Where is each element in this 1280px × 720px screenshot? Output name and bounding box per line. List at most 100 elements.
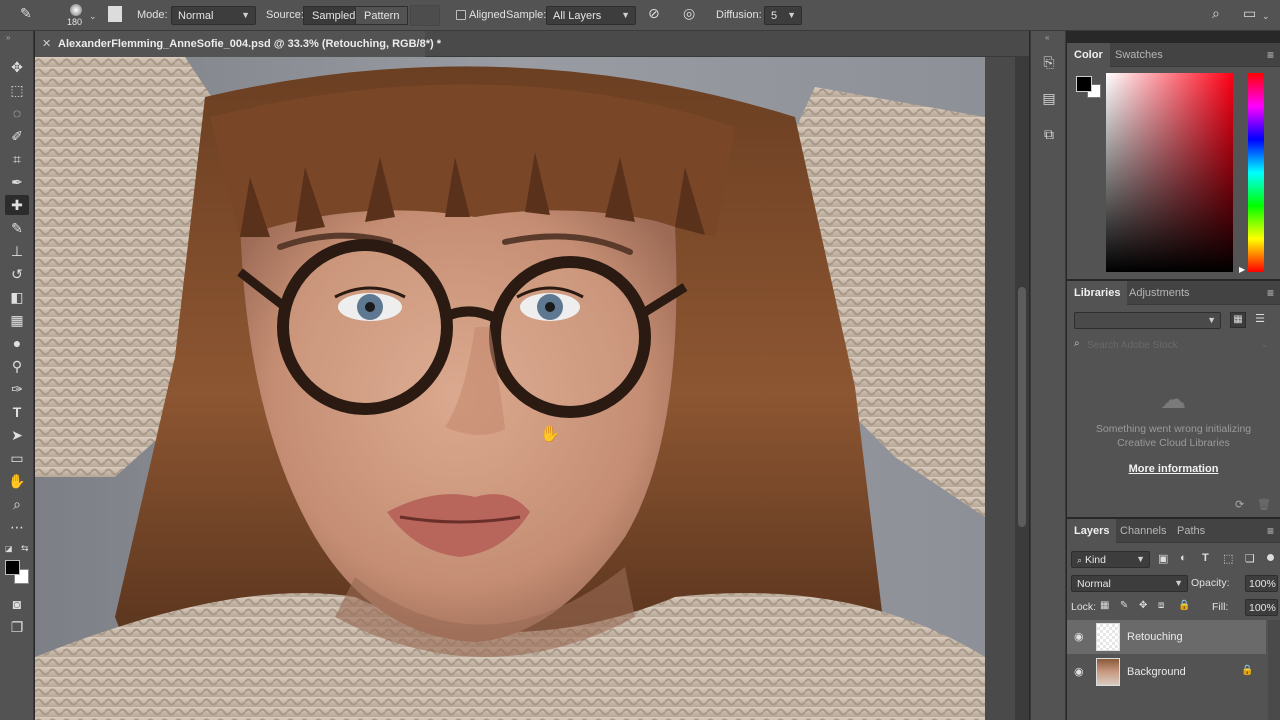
saturation-brightness-field[interactable] [1106, 73, 1233, 272]
filter-shape-icon[interactable]: ⬚ [1223, 552, 1233, 565]
eye-icon[interactable]: ◉ [1074, 665, 1084, 678]
panel-menu-icon[interactable]: ≡ [1267, 286, 1274, 300]
lock-artboard-icon[interactable]: ⧈ [1158, 600, 1164, 611]
foreground-color-swatch[interactable] [5, 560, 20, 575]
tab-paths[interactable]: Paths [1177, 519, 1205, 543]
stock-search-field[interactable]: ⌕ Search Adobe Stock ⌄ [1072, 336, 1272, 354]
more-tools-icon[interactable]: ⋯ [5, 517, 29, 537]
spot-healing-brush-icon[interactable]: ✎ [20, 5, 32, 22]
crop-tool-icon[interactable]: ⌗ [5, 149, 29, 169]
pattern-picker[interactable] [410, 5, 440, 26]
document-tab[interactable]: ✕ AlexanderFlemming_AnneSofie_004.psd @ … [35, 31, 441, 57]
more-information-link[interactable]: More information [1067, 463, 1280, 475]
blend-mode-dropdown[interactable]: Normal ▼ [1071, 575, 1188, 592]
workspace-chevron-icon[interactable]: ⌄ [1262, 11, 1270, 22]
panel-menu-icon[interactable]: ≡ [1267, 524, 1274, 538]
quick-selection-tool-icon[interactable]: ✐ [5, 126, 29, 146]
filter-toggle-icon[interactable] [1267, 554, 1274, 561]
lock-icon: 🔒 [1241, 665, 1254, 676]
healing-brush-tool-icon[interactable]: ✚ [5, 195, 29, 215]
move-tool-icon[interactable]: ✥ [5, 57, 29, 77]
tab-color[interactable]: Color [1067, 43, 1110, 67]
document-canvas[interactable]: ✋ [35, 57, 985, 720]
path-selection-tool-icon[interactable]: ➤ [5, 425, 29, 445]
brush-picker-chevron-icon[interactable]: ⌄ [89, 11, 97, 22]
list-view-icon[interactable]: ☰ [1252, 312, 1268, 328]
rectangle-tool-icon[interactable]: ▭ [5, 448, 29, 468]
filter-adjustment-icon[interactable]: ◐ [1180, 552, 1187, 564]
collapse-icon[interactable]: » [6, 33, 10, 42]
lock-image-icon[interactable]: ✎ [1120, 600, 1128, 611]
screen-mode-icon[interactable]: ❐ [5, 617, 29, 637]
properties-panel-icon[interactable]: ▤ [1039, 88, 1059, 108]
tab-libraries[interactable]: Libraries [1067, 281, 1128, 305]
hue-slider-handle-icon[interactable]: ▶ [1239, 265, 1245, 274]
zoom-tool-icon[interactable]: ⌕ [5, 494, 29, 514]
fill-field[interactable]: 100% [1245, 599, 1278, 616]
gradient-tool-icon[interactable]: ▦ [5, 310, 29, 330]
marquee-tool-icon[interactable]: ⬚ [5, 80, 29, 100]
stock-search-placeholder: Search Adobe Stock [1087, 340, 1178, 351]
grid-view-icon[interactable]: ▦ [1230, 312, 1246, 328]
filter-type-icon[interactable]: T [1202, 552, 1209, 564]
search-icon[interactable]: ⌕ [1212, 5, 1220, 22]
filter-pixel-icon[interactable]: ▣ [1158, 552, 1168, 565]
history-panel-icon[interactable]: ⎘ [1039, 52, 1059, 72]
diffusion-dropdown[interactable]: 5 ▼ [764, 6, 802, 25]
swap-colors-icon[interactable]: ⇆ [21, 543, 29, 554]
layer-row-retouching[interactable]: ◉ Retouching [1067, 620, 1266, 654]
vertical-scrollbar[interactable] [1015, 57, 1029, 720]
lock-transparent-icon[interactable]: ▦ [1100, 600, 1109, 611]
eraser-tool-icon[interactable]: ◧ [5, 287, 29, 307]
brush-tool-icon[interactable]: ✎ [5, 218, 29, 238]
tab-layers[interactable]: Layers [1067, 519, 1117, 543]
layer-filter-dropdown[interactable]: ⌕ Kind ▼ [1071, 551, 1150, 568]
hand-tool-icon[interactable]: ✋ [5, 471, 29, 491]
mode-dropdown[interactable]: Normal ▼ [171, 6, 256, 25]
blur-tool-icon[interactable]: ● [5, 333, 29, 353]
aligned-checkbox[interactable] [456, 10, 466, 20]
sync-icon[interactable]: ⟳ [1235, 498, 1244, 511]
history-brush-tool-icon[interactable]: ↺ [5, 264, 29, 284]
pressure-size-icon[interactable]: ◎ [683, 5, 695, 22]
close-icon[interactable]: ✕ [42, 37, 51, 50]
lasso-tool-icon[interactable]: ◌ [5, 103, 29, 123]
layers-scrollbar[interactable] [1268, 620, 1280, 720]
mode-label: Mode: [137, 9, 168, 21]
panel-menu-icon[interactable]: ≡ [1267, 48, 1274, 62]
sample-label: Sample: [506, 9, 547, 21]
lock-position-icon[interactable]: ✥ [1139, 600, 1147, 611]
scrollbar-thumb[interactable] [1018, 287, 1026, 527]
quick-mask-icon[interactable]: ◙ [5, 594, 29, 614]
eye-icon[interactable]: ◉ [1074, 630, 1084, 643]
chevron-down-icon: ▼ [241, 10, 250, 20]
layer-filter-value: Kind [1084, 554, 1106, 566]
layer-row-background[interactable]: ◉ Background 🔒 [1067, 655, 1266, 689]
search-icon: ⌕ [1077, 555, 1083, 565]
source-pattern-button[interactable]: Pattern [355, 6, 409, 25]
opacity-field[interactable]: 100% [1245, 575, 1278, 592]
pen-tool-icon[interactable]: ✑ [5, 379, 29, 399]
dodge-tool-icon[interactable]: ⚲ [5, 356, 29, 376]
tab-adjustments[interactable]: Adjustments [1129, 281, 1190, 305]
clone-source-panel-icon[interactable]: ⧉ [1039, 124, 1059, 144]
hue-slider[interactable] [1248, 73, 1264, 272]
trash-icon[interactable]: 🗑 [1257, 498, 1271, 511]
eyedropper-tool-icon[interactable]: ✒ [5, 172, 29, 192]
foreground-color-swatch[interactable] [1076, 76, 1092, 92]
library-selector-dropdown[interactable]: ▼ [1074, 312, 1221, 329]
type-tool-icon[interactable]: T [5, 402, 29, 422]
tab-channels[interactable]: Channels [1120, 519, 1166, 543]
clone-stamp-tool-icon[interactable]: ⊥ [5, 241, 29, 261]
collapse-icon[interactable]: « [1045, 33, 1049, 42]
default-colors-icon[interactable]: ◪ [5, 544, 13, 553]
filter-smart-object-icon[interactable]: ❏ [1245, 552, 1255, 565]
workspace-icon[interactable]: ▭ [1243, 5, 1256, 22]
sample-dropdown[interactable]: All Layers ▼ [546, 6, 636, 25]
brush-settings-icon[interactable] [108, 6, 122, 22]
ignore-adjustment-layers-icon[interactable]: ⊘ [648, 5, 660, 22]
brush-preset-picker[interactable]: 180 [65, 3, 87, 28]
lock-all-icon[interactable]: 🔒 [1178, 600, 1190, 611]
opacity-value: 100% [1249, 578, 1276, 590]
tab-swatches[interactable]: Swatches [1115, 43, 1163, 67]
